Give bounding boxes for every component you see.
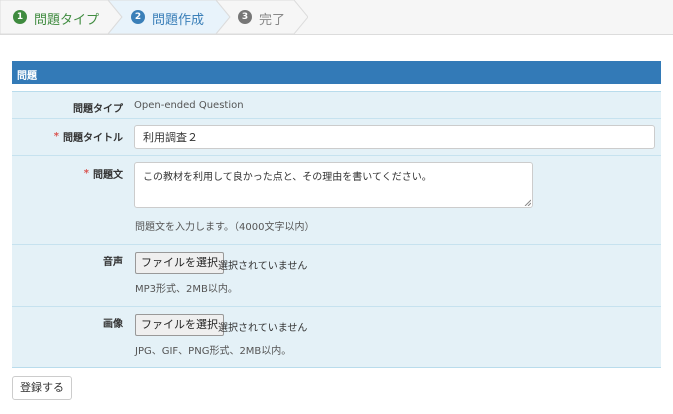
audio-help-text: MP3形式、2MB以内。 bbox=[135, 284, 238, 295]
form-row-type: 問題タイプ Open-ended Question bbox=[12, 92, 661, 119]
body-help-text: 問題文を入力します。（4000文字以内） bbox=[135, 222, 315, 233]
body-label: * 問題文 bbox=[84, 166, 123, 181]
panel-title: 問題 bbox=[12, 61, 661, 84]
image-file-button[interactable]: ファイルを選択 bbox=[135, 314, 224, 336]
audio-label: 音声 bbox=[103, 257, 123, 268]
type-label: 問題タイプ bbox=[73, 104, 123, 115]
step-number-badge: 1 bbox=[13, 10, 27, 24]
image-help-text: JPG、GIF、PNG形式、2MB以内。 bbox=[135, 346, 292, 357]
wizard-step-2[interactable]: 2 問題作成 bbox=[108, 0, 230, 34]
resize-grip-icon[interactable] bbox=[524, 199, 531, 206]
image-label: 画像 bbox=[103, 319, 123, 330]
step-label: 完了 bbox=[259, 13, 286, 28]
step-label: 問題作成 bbox=[152, 13, 205, 28]
question-form: 問題タイプ Open-ended Question * 問題タイトル * 問題文 こ… bbox=[12, 91, 661, 368]
form-row-body: * 問題文 この教材を利用して良かった点と、その理由を書いてください。 問題文を入… bbox=[12, 156, 661, 245]
form-row-audio: 音声 ファイルを選択 選択されていません MP3形式、2MB以内。 bbox=[12, 245, 661, 307]
type-value: Open-ended Question bbox=[134, 100, 244, 111]
submit-button[interactable]: 登録する bbox=[12, 376, 72, 400]
form-row-title: * 問題タイトル bbox=[12, 119, 661, 156]
wizard-steps: 1 問題タイプ 2 問題作成 3 完了 bbox=[0, 0, 673, 35]
step-number-badge: 2 bbox=[131, 10, 145, 24]
image-file-status: 選択されていません bbox=[218, 323, 308, 334]
title-input[interactable] bbox=[134, 125, 655, 149]
step-number-badge: 3 bbox=[238, 10, 252, 24]
step-label: 問題タイプ bbox=[34, 13, 100, 28]
form-row-image: 画像 ファイルを選択 選択されていません JPG、GIF、PNG形式、2MB以内… bbox=[12, 307, 661, 369]
body-textarea[interactable]: この教材を利用して良かった点と、その理由を書いてください。 bbox=[134, 162, 533, 208]
title-label: * 問題タイトル bbox=[54, 129, 123, 144]
audio-file-status: 選択されていません bbox=[218, 261, 308, 272]
wizard-step-1[interactable]: 1 問題タイプ bbox=[0, 0, 122, 34]
wizard-step-3[interactable]: 3 完了 bbox=[216, 0, 308, 34]
required-mark: * bbox=[53, 131, 59, 142]
title-label-text: 問題タイトル bbox=[63, 133, 123, 144]
audio-file-button[interactable]: ファイルを選択 bbox=[135, 252, 224, 274]
body-label-text: 問題文 bbox=[93, 170, 123, 181]
required-mark: * bbox=[83, 168, 89, 179]
